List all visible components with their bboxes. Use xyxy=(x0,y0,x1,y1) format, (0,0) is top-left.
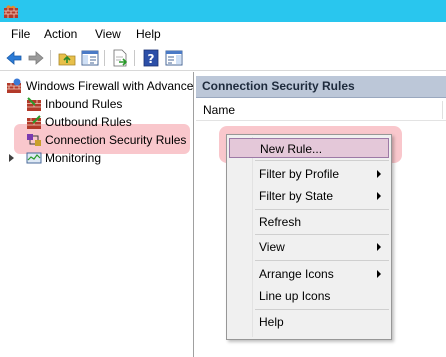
tree-item-label: Connection Security Rules xyxy=(45,133,187,147)
tree-item-monitoring[interactable]: Monitoring xyxy=(26,149,194,167)
submenu-arrow-icon xyxy=(377,243,381,251)
tree-item-root[interactable]: Windows Firewall with Advance xyxy=(6,77,194,95)
export-list-icon[interactable] xyxy=(110,48,130,68)
menu-item-filter-by-state[interactable]: Filter by State xyxy=(229,186,389,206)
tree-item-outbound-rules[interactable]: Outbound Rules xyxy=(26,113,194,131)
menu-separator xyxy=(255,309,389,310)
menu-item-label: Help xyxy=(259,315,284,329)
svg-text:?: ? xyxy=(148,52,155,66)
menu-separator xyxy=(255,160,389,161)
toolbar-separator xyxy=(104,50,105,66)
firewall-brick-icon[interactable] xyxy=(3,3,19,19)
toolbar-separator xyxy=(134,50,135,66)
menu-item-new-rule[interactable]: New Rule... xyxy=(229,138,389,158)
menu-item-view[interactable]: View xyxy=(229,237,389,257)
menu-item-label: Line up Icons xyxy=(259,289,331,303)
results-pane-header: Connection Security Rules xyxy=(196,76,446,98)
forward-arrow-icon[interactable] xyxy=(26,48,46,68)
tree-item-label: Windows Firewall with Advance xyxy=(26,79,194,93)
menu-item-label: Arrange Icons xyxy=(259,267,334,281)
connection-security-rules-icon xyxy=(27,134,41,146)
submenu-arrow-icon xyxy=(377,270,381,278)
menu-item-refresh[interactable]: Refresh xyxy=(229,212,389,232)
submenu-arrow-icon xyxy=(377,170,381,178)
results-pane-title: Connection Security Rules xyxy=(202,79,355,93)
menu-item-label: Filter by Profile xyxy=(259,167,340,181)
tree-item-inbound-rules[interactable]: Inbound Rules xyxy=(26,95,194,113)
back-arrow-icon[interactable] xyxy=(4,48,24,68)
expand-arrow-icon[interactable] xyxy=(9,154,14,162)
tree-item-label: Outbound Rules xyxy=(45,115,132,129)
help-icon[interactable]: ? xyxy=(141,48,161,68)
column-header-name[interactable]: Name xyxy=(196,99,446,121)
menu-item-help[interactable]: Help xyxy=(229,312,389,332)
menu-bar: File Action View Help xyxy=(0,22,446,45)
show-hide-action-pane-icon[interactable] xyxy=(164,48,184,68)
tree-item-label: Inbound Rules xyxy=(45,97,123,111)
submenu-arrow-icon xyxy=(377,192,381,200)
menu-item-filter-by-profile[interactable]: Filter by Profile xyxy=(229,164,389,184)
title-bar[interactable] xyxy=(0,0,446,22)
menu-item-label: View xyxy=(259,240,285,254)
column-header-label: Name xyxy=(203,103,236,117)
toolbar-separator xyxy=(50,50,51,66)
menu-separator xyxy=(255,260,389,261)
show-hide-console-tree-icon[interactable] xyxy=(80,48,100,68)
inbound-rules-icon xyxy=(27,97,41,111)
firewall-brick-icon xyxy=(7,78,21,93)
menu-separator xyxy=(255,209,389,210)
up-folder-icon[interactable] xyxy=(57,48,77,68)
tree-item-label: Monitoring xyxy=(45,151,102,165)
tree-item-connection-security-rules[interactable]: Connection Security Rules xyxy=(26,131,190,149)
menu-help[interactable]: Help xyxy=(136,26,161,42)
menu-separator xyxy=(255,234,389,235)
menu-item-arrange-icons[interactable]: Arrange Icons xyxy=(229,264,389,284)
column-divider[interactable] xyxy=(442,101,443,119)
menu-action[interactable]: Action xyxy=(44,26,77,42)
monitoring-icon xyxy=(26,152,42,164)
outbound-rules-icon xyxy=(27,115,41,129)
menu-item-line-up-icons[interactable]: Line up Icons xyxy=(229,286,389,306)
menu-item-label: Refresh xyxy=(259,215,302,229)
menu-item-label: New Rule... xyxy=(260,142,323,156)
context-menu: New Rule... Filter by Profile Filter by … xyxy=(226,134,392,340)
menu-file[interactable]: File xyxy=(11,26,30,42)
menu-item-label: Filter by State xyxy=(259,189,334,203)
menu-view[interactable]: View xyxy=(95,26,121,42)
toolbar: ? xyxy=(0,45,446,71)
